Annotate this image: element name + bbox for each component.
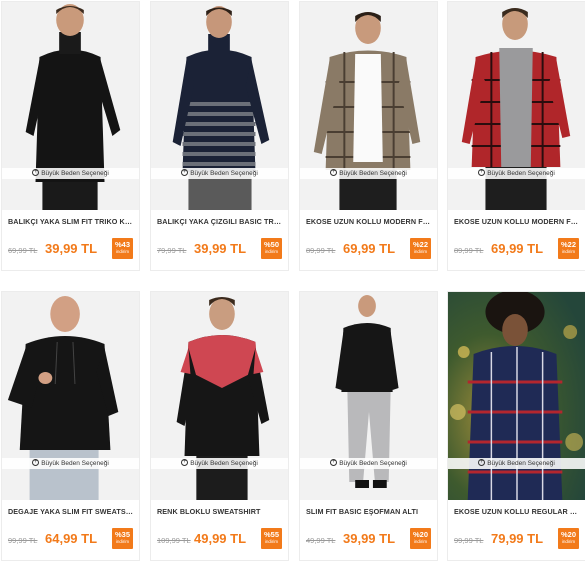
plus-icon: +	[181, 458, 189, 466]
old-price: 69,99 TL	[8, 246, 38, 255]
product-card[interactable]: + Büyük Beden Seçeneği DEGAJE YAKA SLIM F…	[1, 291, 140, 561]
large-size-badge: + Büyük Beden Seçeneği	[448, 458, 585, 469]
discount-label: indirim	[413, 539, 428, 544]
product-title[interactable]: RENK BLOKLU SWEATSHIRT	[157, 507, 282, 516]
large-size-badge: + Büyük Beden Seçeneği	[151, 458, 288, 469]
discount-percent: %20	[412, 530, 428, 539]
product-title[interactable]: BALIKÇI YAKA ÇIZGILI BASIC TRIKO K...	[157, 217, 282, 226]
old-price: 89,99 TL	[306, 246, 336, 255]
discount-label: indirim	[413, 249, 428, 254]
product-card[interactable]: + Büyük Beden Seçeneği BALIKÇI YAKA SLIM …	[1, 1, 140, 271]
discount-label: indirim	[115, 539, 130, 544]
discount-badge: %43 indirim	[112, 238, 133, 259]
current-price: 39,99 TL	[343, 531, 396, 546]
discount-percent: %20	[560, 530, 576, 539]
old-price: 89,99 TL	[454, 246, 484, 255]
discount-percent: %43	[114, 240, 130, 249]
large-size-badge: + Büyük Beden Seçeneği	[300, 168, 437, 179]
large-size-badge: + Büyük Beden Seçeneği	[151, 168, 288, 179]
old-price: 49,99 TL	[306, 536, 336, 545]
product-image[interactable]: + Büyük Beden Seçeneği	[300, 292, 437, 500]
discount-badge: %20 indirim	[558, 528, 579, 549]
product-image[interactable]: + Büyük Beden Seçeneği	[151, 2, 288, 210]
discount-badge: %22 indirim	[410, 238, 431, 259]
old-price: 79,99 TL	[157, 246, 187, 255]
discount-percent: %35	[114, 530, 130, 539]
old-price: 99,99 TL	[8, 536, 38, 545]
discount-label: indirim	[264, 539, 279, 544]
product-card[interactable]: + Büyük Beden Seçeneği EKOSE UZUN KOLLU R…	[447, 291, 585, 561]
discount-label: indirim	[561, 249, 576, 254]
discount-badge: %35 indirim	[112, 528, 133, 549]
product-card[interactable]: + Büyük Beden Seçeneği SLIM FIT BASIC EŞO…	[299, 291, 438, 561]
product-title[interactable]: SLIM FIT BASIC EŞOFMAN ALTI	[306, 507, 431, 516]
plus-icon: +	[181, 168, 189, 176]
plus-icon: +	[478, 168, 486, 176]
current-price: 69,99 TL	[491, 241, 544, 256]
large-size-badge: + Büyük Beden Seçeneği	[2, 458, 139, 469]
current-price: 39,99 TL	[45, 241, 98, 256]
product-title[interactable]: DEGAJE YAKA SLIM FIT SWEATSHIRT	[8, 507, 133, 516]
current-price: 39,99 TL	[194, 241, 247, 256]
discount-label: indirim	[115, 249, 130, 254]
product-card[interactable]: + Büyük Beden Seçeneği BALIKÇI YAKA ÇIZGI…	[150, 1, 289, 271]
old-price: 109,99 TL	[157, 536, 191, 545]
plus-icon: +	[330, 168, 338, 176]
plus-icon: +	[32, 168, 40, 176]
product-card[interactable]: + Büyük Beden Seçeneği RENK BLOKLU SWEATS…	[150, 291, 289, 561]
product-image[interactable]: + Büyük Beden Seçeneği	[2, 292, 139, 500]
current-price: 69,99 TL	[343, 241, 396, 256]
plus-icon: +	[478, 458, 486, 466]
discount-label: indirim	[561, 539, 576, 544]
old-price: 99,99 TL	[454, 536, 484, 545]
product-card[interactable]: + Büyük Beden Seçeneği EKOSE UZUN KOLLU M…	[299, 1, 438, 271]
discount-badge: %20 indirim	[410, 528, 431, 549]
large-size-badge: + Büyük Beden Seçeneği	[2, 168, 139, 179]
product-grid: + Büyük Beden Seçeneği BALIKÇI YAKA SLIM …	[0, 0, 585, 561]
large-size-badge: + Büyük Beden Seçeneği	[448, 168, 585, 179]
product-title[interactable]: EKOSE UZUN KOLLU MODERN FIT GÖ...	[454, 217, 579, 226]
discount-percent: %55	[263, 530, 279, 539]
discount-percent: %22	[560, 240, 576, 249]
plus-icon: +	[32, 458, 40, 466]
discount-percent: %50	[263, 240, 279, 249]
discount-badge: %22 indirim	[558, 238, 579, 259]
discount-badge: %50 indirim	[261, 238, 282, 259]
product-image[interactable]: + Büyük Beden Seçeneği	[2, 2, 139, 210]
product-image[interactable]: + Büyük Beden Seçeneği	[448, 2, 585, 210]
current-price: 49,99 TL	[194, 531, 247, 546]
product-image[interactable]: + Büyük Beden Seçeneği	[300, 2, 437, 210]
product-title[interactable]: BALIKÇI YAKA SLIM FIT TRIKO KAZAK	[8, 217, 133, 226]
product-image[interactable]: + Büyük Beden Seçeneği	[151, 292, 288, 500]
product-image[interactable]: + Büyük Beden Seçeneği	[448, 292, 585, 500]
discount-badge: %55 indirim	[261, 528, 282, 549]
product-title[interactable]: EKOSE UZUN KOLLU REGULAR FIT GÖ...	[454, 507, 579, 516]
current-price: 79,99 TL	[491, 531, 544, 546]
product-card[interactable]: + Büyük Beden Seçeneği EKOSE UZUN KOLLU M…	[447, 1, 585, 271]
current-price: 64,99 TL	[45, 531, 98, 546]
discount-label: indirim	[264, 249, 279, 254]
plus-icon: +	[330, 458, 338, 466]
large-size-badge: + Büyük Beden Seçeneği	[300, 458, 437, 469]
discount-percent: %22	[412, 240, 428, 249]
product-title[interactable]: EKOSE UZUN KOLLU MODERN FIT GÖ...	[306, 217, 431, 226]
